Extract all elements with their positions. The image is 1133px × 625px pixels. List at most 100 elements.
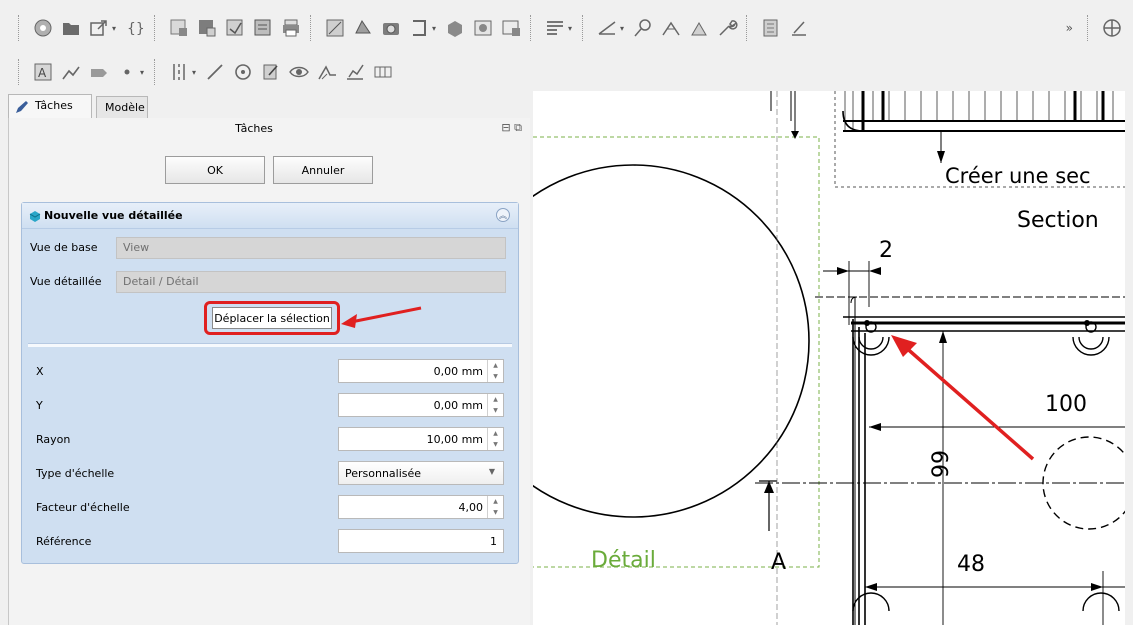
tab-taches[interactable]: Tâches [8, 94, 92, 120]
wrench-icon[interactable] [714, 15, 740, 41]
radius-value: 10,00 mm [426, 433, 483, 446]
y-value: 0,00 mm [433, 399, 483, 412]
section-divider [28, 343, 512, 347]
detail-view-box: Nouvelle vue détaillée ︽ Vue de base Vie… [21, 202, 519, 564]
spin-arrows[interactable]: ▲ ▼ [487, 360, 503, 382]
radius-spinbox[interactable]: 10,00 mm ▲ ▼ [338, 427, 504, 451]
radius-label: Rayon [36, 433, 71, 446]
cosmetic-edge-icon[interactable] [202, 59, 228, 85]
cancel-button[interactable]: Annuler [273, 156, 373, 184]
spin-up-icon[interactable]: ▲ [488, 428, 503, 439]
collapse-icon[interactable]: ︽ [496, 208, 510, 222]
navigation-cross-icon[interactable] [1099, 15, 1125, 41]
insert-symbol-icon[interactable] [442, 15, 468, 41]
insert-spreadsheet-icon[interactable] [498, 15, 524, 41]
detail-view-icon [29, 210, 41, 222]
spin-down-icon[interactable]: ▼ [488, 439, 503, 450]
chevron-down-icon[interactable]: ▾ [432, 24, 440, 33]
spin-up-icon[interactable]: ▲ [488, 496, 503, 507]
chevron-down-icon[interactable]: ▾ [192, 68, 200, 77]
x-spinbox[interactable]: 0,00 mm ▲ ▼ [338, 359, 504, 383]
spin-up-icon[interactable]: ▲ [488, 394, 503, 405]
chevron-down-icon[interactable]: ▾ [112, 24, 120, 33]
insert-view-icon[interactable] [166, 15, 192, 41]
spin-up-icon[interactable]: ▲ [488, 360, 503, 371]
centerline-icon[interactable] [166, 59, 192, 85]
spin-down-icon[interactable]: ▼ [488, 405, 503, 416]
panel-float-icon[interactable]: ⊟ ⧉ [501, 121, 522, 135]
base-view-label: Vue de base [30, 241, 98, 254]
leader-arrow-icon[interactable] [58, 59, 84, 85]
reference-field[interactable]: 1 [338, 529, 504, 553]
toolbar-separator [154, 15, 160, 41]
scale-factor-label: Facteur d'échelle [36, 501, 130, 514]
tab-modele[interactable]: Modèle [96, 96, 148, 118]
text-annotation-icon[interactable]: A [30, 59, 56, 85]
spin-arrows[interactable]: ▲ ▼ [487, 496, 503, 518]
insert-template-icon[interactable] [222, 15, 248, 41]
scale-type-select[interactable]: Personnalisée ▼ [338, 461, 504, 485]
toolbar-separator [310, 15, 316, 41]
move-selection-button[interactable]: Déplacer la sélection [212, 307, 332, 329]
spin-down-icon[interactable]: ▼ [488, 371, 503, 382]
toolbar-separator [530, 15, 536, 41]
svg-text:A: A [38, 66, 47, 80]
toolbar-separator [154, 59, 160, 85]
section-letter-text: A [771, 550, 786, 575]
open-folder-icon[interactable] [58, 15, 84, 41]
insert-page-icon[interactable] [194, 15, 220, 41]
dimension-list-icon[interactable] [542, 15, 568, 41]
insert-arch-icon[interactable] [350, 15, 376, 41]
toolbar-separator [1087, 15, 1093, 41]
midpoint-icon[interactable] [114, 59, 140, 85]
geometric-tolerance-icon[interactable] [370, 59, 396, 85]
face-hatch-icon[interactable] [86, 59, 112, 85]
camera-icon[interactable] [378, 15, 404, 41]
detail-view-header[interactable]: Nouvelle vue détaillée [22, 203, 518, 229]
combo-view-tabs: Tâches Modèle [8, 94, 530, 120]
show-hide-icon[interactable] [286, 59, 312, 85]
chevron-down-icon: ▼ [488, 467, 495, 476]
toolbar-overflow-icon[interactable]: » [1066, 21, 1073, 35]
spin-arrows[interactable]: ▲ ▼ [487, 428, 503, 450]
base-view-field: View [116, 237, 506, 259]
format-edge-icon[interactable] [258, 59, 284, 85]
weld-check-icon[interactable] [342, 59, 368, 85]
chevron-down-icon[interactable]: ▾ [620, 24, 628, 33]
x-label: X [36, 365, 44, 378]
weld-symbol-icon[interactable] [658, 15, 684, 41]
clip-group-icon[interactable] [406, 15, 432, 41]
dim-48-text: 48 [957, 552, 985, 577]
redraw-page-icon[interactable] [250, 15, 276, 41]
cosmetic-line-icon[interactable] [786, 15, 812, 41]
annotation-icon[interactable] [758, 15, 784, 41]
balloon-icon[interactable] [686, 15, 712, 41]
toolbar-separator [582, 15, 588, 41]
print-icon[interactable] [278, 15, 304, 41]
insert-projection-icon[interactable] [322, 15, 348, 41]
app-window: ▾ {} ▾ ▾ ▾ » A ▾ ▾ Tâches Modèle Tâches … [0, 0, 1133, 625]
workbench-icon[interactable] [30, 15, 56, 41]
chevron-down-icon[interactable]: ▾ [140, 68, 148, 77]
leader-line-icon[interactable] [630, 15, 656, 41]
drawing-canvas[interactable]: 2 99 100 48 A Créer une sec Section Déta… [533, 91, 1125, 625]
chevron-down-icon[interactable]: ▾ [568, 24, 576, 33]
y-spinbox[interactable]: 0,00 mm ▲ ▼ [338, 393, 504, 417]
spin-down-icon[interactable]: ▼ [488, 507, 503, 518]
cosmetic-circle-icon[interactable] [230, 59, 256, 85]
export-icon[interactable] [86, 15, 112, 41]
tab-label: Modèle [105, 101, 145, 114]
detail-view-title: Nouvelle vue détaillée [44, 209, 183, 222]
scale-factor-spinbox[interactable]: 4,00 ▲ ▼ [338, 495, 504, 519]
toolbar-grip[interactable] [18, 59, 24, 85]
surface-finish-icon[interactable] [314, 59, 340, 85]
braces-icon[interactable]: {} [122, 15, 148, 41]
insert-image-icon[interactable] [470, 15, 496, 41]
angle-dimension-icon[interactable] [594, 15, 620, 41]
spin-arrows[interactable]: ▲ ▼ [487, 394, 503, 416]
scale-factor-value: 4,00 [458, 501, 484, 514]
ok-button[interactable]: OK [165, 156, 265, 184]
toolbar-grip[interactable] [18, 15, 24, 41]
panel-title: Tâches [235, 122, 273, 135]
detail-view-field: Detail / Détail [116, 271, 506, 293]
